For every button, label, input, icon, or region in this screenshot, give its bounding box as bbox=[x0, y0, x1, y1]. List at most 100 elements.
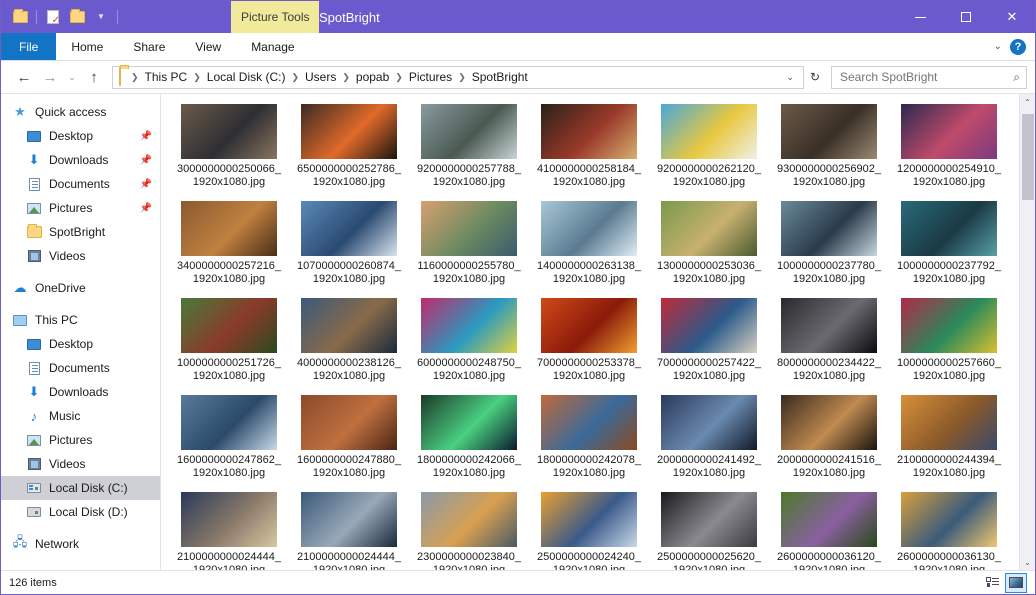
sidebar-item-quick-access[interactable]: ★ Quick access bbox=[1, 100, 160, 124]
scrollbar-thumb[interactable] bbox=[1021, 114, 1034, 200]
file-thumbnail[interactable] bbox=[781, 298, 877, 353]
breadcrumb-separator-1[interactable]: ❯ bbox=[193, 72, 201, 83]
breadcrumb-item-2[interactable]: Users bbox=[305, 70, 336, 84]
sidebar-item-desktop[interactable]: Desktop bbox=[1, 332, 160, 356]
breadcrumb-separator-2[interactable]: ❯ bbox=[291, 72, 299, 83]
file-tile[interactable]: 2000000000241516_1920x1080.jpg bbox=[769, 395, 889, 480]
recent-locations-button[interactable]: ⌄ bbox=[63, 64, 81, 90]
sidebar-item-desktop[interactable]: Desktop 📌 bbox=[1, 124, 160, 148]
sidebar-item-onedrive[interactable]: ☁ OneDrive bbox=[1, 276, 160, 300]
file-tile[interactable]: 1300000000253036_1920x1080.jpg bbox=[649, 201, 769, 286]
file-thumbnail[interactable] bbox=[301, 395, 397, 450]
file-thumbnail[interactable] bbox=[181, 298, 277, 353]
file-tile[interactable]: 1000000000251726_1920x1080.jpg bbox=[169, 298, 289, 383]
chevron-down-icon[interactable]: ⌄ bbox=[994, 41, 1002, 52]
file-tile[interactable]: 3400000000257216_1920x1080.jpg bbox=[169, 201, 289, 286]
search-input[interactable] bbox=[838, 69, 1014, 85]
file-tile[interactable]: 1800000000242066_1920x1080.jpg bbox=[409, 395, 529, 480]
breadcrumb-item-5[interactable]: SpotBright bbox=[472, 70, 528, 84]
file-tile[interactable]: 1160000000255780_1920x1080.jpg bbox=[409, 201, 529, 286]
file-tile[interactable]: 1600000000247880_1920x1080.jpg bbox=[289, 395, 409, 480]
file-thumbnail[interactable] bbox=[181, 201, 277, 256]
file-tile[interactable]: 7000000000253378_1920x1080.jpg bbox=[529, 298, 649, 383]
tab-home[interactable]: Home bbox=[56, 33, 118, 60]
refresh-button[interactable]: ↻ bbox=[804, 70, 826, 84]
address-dropdown-icon[interactable]: ⌄ bbox=[781, 72, 799, 83]
file-tile[interactable]: 4000000000238126_1920x1080.jpg bbox=[289, 298, 409, 383]
file-tile[interactable]: 2100000000244394_1920x1080.jpg bbox=[889, 395, 1009, 480]
file-thumbnail[interactable] bbox=[901, 298, 997, 353]
sidebar-item-documents[interactable]: Documents 📌 bbox=[1, 172, 160, 196]
sidebar-item-downloads[interactable]: ⬇ Downloads 📌 bbox=[1, 148, 160, 172]
breadcrumb-separator-3[interactable]: ❯ bbox=[342, 72, 350, 83]
file-thumbnail[interactable] bbox=[781, 395, 877, 450]
file-thumbnail[interactable] bbox=[181, 104, 277, 159]
vertical-scrollbar[interactable]: ⌃ ⌄ bbox=[1019, 94, 1035, 570]
sidebar-item-videos[interactable]: Videos bbox=[1, 244, 160, 268]
file-thumbnail[interactable] bbox=[901, 395, 997, 450]
customize-caret-icon[interactable]: ▼ bbox=[90, 6, 112, 28]
sidebar-item-network[interactable]: 🖧 Network bbox=[1, 532, 160, 556]
pin-icon[interactable]: 📌 bbox=[140, 179, 152, 190]
tab-manage[interactable]: Manage bbox=[236, 33, 310, 60]
file-tile[interactable]: 2600000000036130_1920x1080.jpg bbox=[889, 492, 1009, 570]
file-thumbnail[interactable] bbox=[901, 492, 997, 547]
scroll-down-button[interactable]: ⌄ bbox=[1020, 554, 1036, 570]
file-tile[interactable]: 2500000000025620_1920x1080.jpg bbox=[649, 492, 769, 570]
sidebar-item-downloads[interactable]: ⬇ Downloads bbox=[1, 380, 160, 404]
file-tile[interactable]: 2000000000241492_1920x1080.jpg bbox=[649, 395, 769, 480]
file-thumbnail[interactable] bbox=[661, 298, 757, 353]
up-button[interactable]: ↑ bbox=[81, 64, 107, 90]
file-thumbnail[interactable] bbox=[421, 395, 517, 450]
file-thumbnail[interactable] bbox=[541, 395, 637, 450]
breadcrumb-item-3[interactable]: popab bbox=[356, 70, 389, 84]
sidebar-item-documents[interactable]: Documents bbox=[1, 356, 160, 380]
pin-icon[interactable]: 📌 bbox=[140, 203, 152, 214]
tab-file[interactable]: File bbox=[1, 33, 57, 60]
contextual-tab-picture-tools[interactable]: Picture Tools bbox=[231, 1, 320, 33]
file-thumbnail[interactable] bbox=[301, 201, 397, 256]
file-thumbnail[interactable] bbox=[781, 201, 877, 256]
scrollbar-track[interactable] bbox=[1020, 110, 1036, 554]
file-thumbnail[interactable] bbox=[901, 201, 997, 256]
maximize-button[interactable] bbox=[943, 1, 989, 33]
help-icon[interactable]: ? bbox=[1010, 38, 1026, 55]
file-thumbnail[interactable] bbox=[181, 492, 277, 547]
file-tile[interactable]: 1400000000263138_1920x1080.jpg bbox=[529, 201, 649, 286]
file-thumbnail[interactable] bbox=[421, 298, 517, 353]
file-thumbnail[interactable] bbox=[541, 298, 637, 353]
sidebar-item-spotbright[interactable]: SpotBright bbox=[1, 220, 160, 244]
file-thumbnail[interactable] bbox=[301, 104, 397, 159]
tab-share[interactable]: Share bbox=[118, 33, 180, 60]
file-tile[interactable]: 2300000000023840_1920x1080.jpg bbox=[409, 492, 529, 570]
search-icon[interactable]: ⌕ bbox=[1013, 70, 1020, 85]
file-tile[interactable]: 3000000000250066_1920x1080.jpg bbox=[169, 104, 289, 189]
file-thumbnail[interactable] bbox=[541, 492, 637, 547]
file-tile[interactable]: 1000000000237792_1920x1080.jpg bbox=[889, 201, 1009, 286]
sidebar-item-local-disk-d[interactable]: Local Disk (D:) bbox=[1, 500, 160, 524]
close-button[interactable]: ✕ bbox=[989, 1, 1035, 33]
file-tile[interactable]: 1000000000237780_1920x1080.jpg bbox=[769, 201, 889, 286]
file-thumbnail[interactable] bbox=[421, 104, 517, 159]
sidebar-item-videos[interactable]: Videos bbox=[1, 452, 160, 476]
properties-icon[interactable] bbox=[42, 6, 64, 28]
file-thumbnail[interactable] bbox=[421, 492, 517, 547]
sidebar-item-pictures[interactable]: Pictures bbox=[1, 428, 160, 452]
sidebar-item-local-disk-c[interactable]: Local Disk (C:) bbox=[1, 476, 160, 500]
file-thumbnail[interactable] bbox=[301, 492, 397, 547]
file-tile[interactable]: 1000000000257660_1920x1080.jpg bbox=[889, 298, 1009, 383]
file-thumbnail[interactable] bbox=[541, 104, 637, 159]
file-tile[interactable]: 2600000000036120_1920x1080.jpg bbox=[769, 492, 889, 570]
breadcrumb-separator-4[interactable]: ❯ bbox=[395, 72, 403, 83]
back-button[interactable]: ← bbox=[11, 64, 37, 90]
thumbnail-view-button[interactable] bbox=[1005, 572, 1027, 593]
breadcrumb-separator-5[interactable]: ❯ bbox=[458, 72, 466, 83]
file-tile[interactable]: 1200000000254910_1920x1080.jpg bbox=[889, 104, 1009, 189]
details-view-button[interactable] bbox=[981, 573, 1003, 593]
file-thumbnail[interactable] bbox=[661, 395, 757, 450]
file-tile[interactable]: 6000000000248750_1920x1080.jpg bbox=[409, 298, 529, 383]
file-thumbnail[interactable] bbox=[541, 201, 637, 256]
breadcrumb-bar[interactable]: ❯ This PC ❯ Local Disk (C:) ❯ Users ❯ po… bbox=[112, 65, 804, 89]
file-tile[interactable]: 2500000000024240_1920x1080.jpg bbox=[529, 492, 649, 570]
sidebar-item-this-pc[interactable]: This PC bbox=[1, 308, 160, 332]
